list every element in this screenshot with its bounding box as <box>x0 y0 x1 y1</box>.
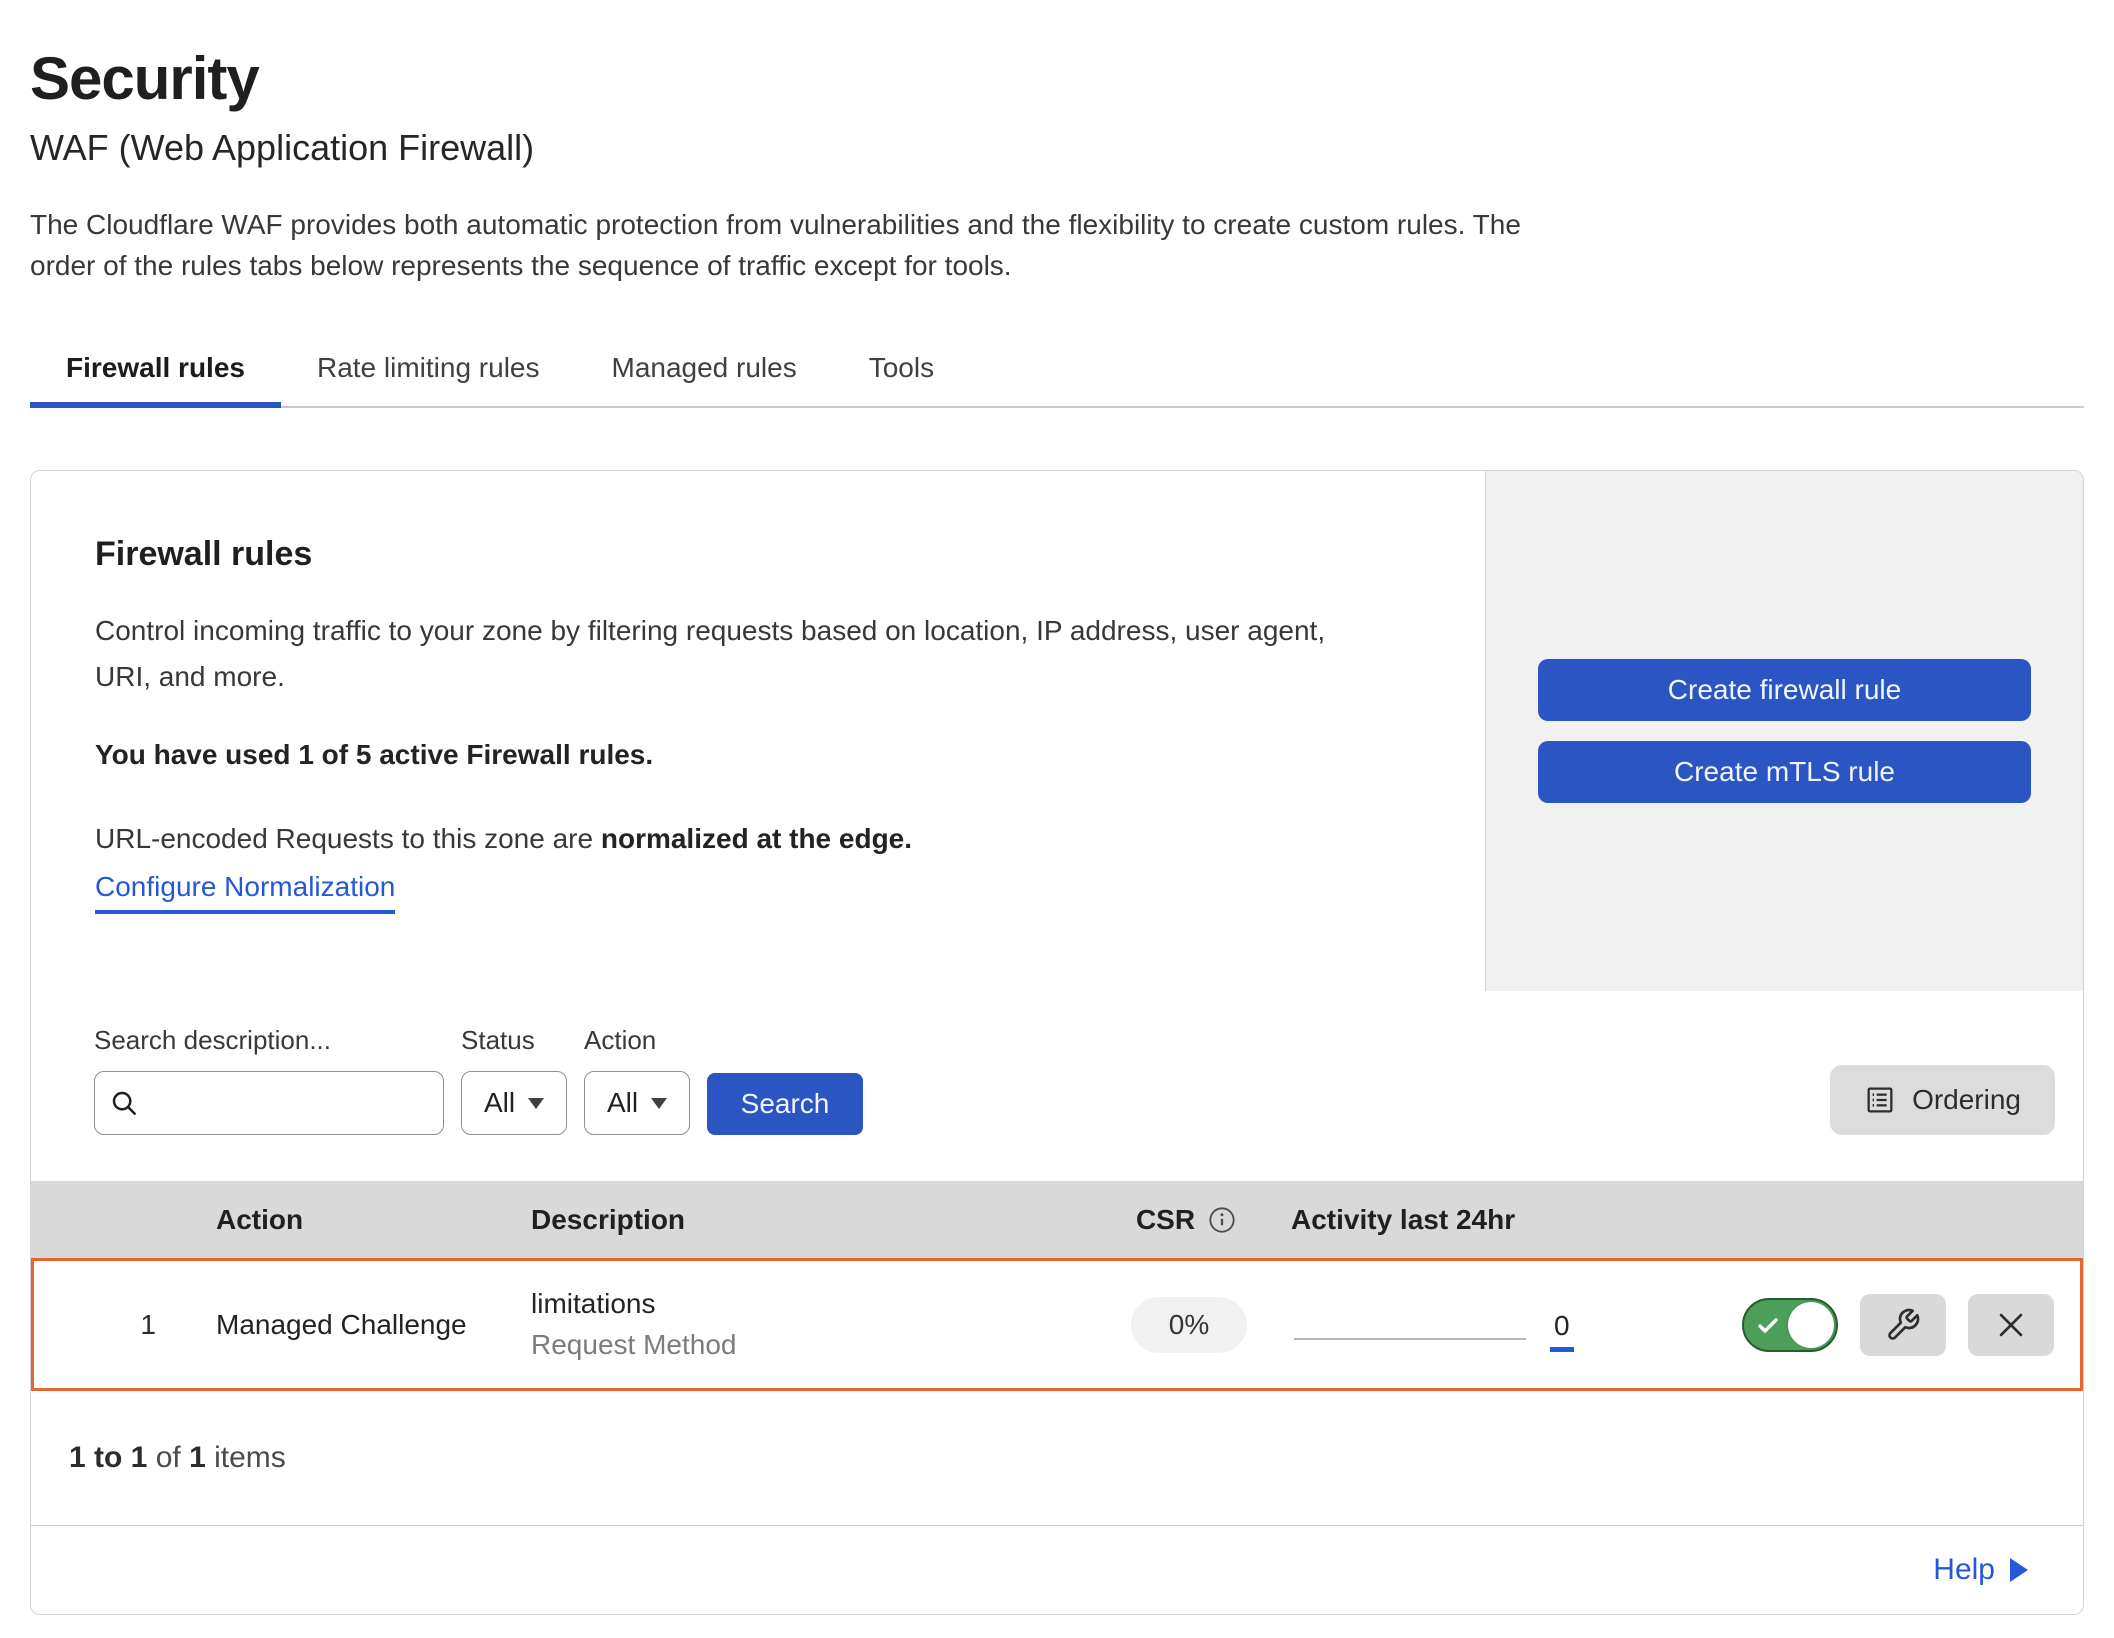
csr-badge: 0% <box>1131 1297 1247 1353</box>
rule-description-sub: Request Method <box>531 1329 1084 1361</box>
rule-priority: 1 <box>34 1309 184 1341</box>
pagination-summary: 1 to 1 of 1 items <box>31 1391 2083 1526</box>
firewall-rules-card: Firewall rules Control incoming traffic … <box>30 470 2084 1615</box>
table-row: 1 Managed Challenge limitations Request … <box>31 1258 2083 1391</box>
action-label: Action <box>584 1025 690 1056</box>
status-dropdown[interactable]: All <box>461 1071 567 1135</box>
check-icon <box>1756 1314 1780 1338</box>
edit-rule-button[interactable] <box>1860 1294 1946 1356</box>
header-csr-label: CSR <box>1136 1204 1195 1236</box>
list-ordering-icon <box>1864 1084 1896 1116</box>
usage-summary: You have used 1 of 5 active Firewall rul… <box>95 739 1425 771</box>
chevron-down-icon <box>651 1098 667 1109</box>
header-activity: Activity last 24hr <box>1291 1204 1671 1236</box>
filter-bar: Search description... Status All <box>31 991 2083 1181</box>
help-link-label: Help <box>1933 1553 1995 1587</box>
ordering-button-label: Ordering <box>1912 1084 2021 1116</box>
card-heading: Firewall rules <box>95 535 1425 574</box>
summary-items: items <box>206 1441 286 1475</box>
status-dropdown-value: All <box>484 1087 515 1119</box>
activity-count[interactable]: 0 <box>1550 1310 1574 1352</box>
arrow-right-icon <box>2010 1558 2028 1582</box>
tab-rate-limiting-rules[interactable]: Rate limiting rules <box>281 338 576 408</box>
firewall-rules-hero: Firewall rules Control incoming traffic … <box>31 471 2083 991</box>
close-icon <box>1994 1308 2028 1342</box>
hero-content: Firewall rules Control incoming traffic … <box>31 471 1486 991</box>
status-label: Status <box>461 1025 567 1056</box>
action-dropdown-value: All <box>607 1087 638 1119</box>
search-input-box[interactable] <box>94 1071 444 1135</box>
rule-description: limitations <box>531 1288 1084 1320</box>
info-icon[interactable] <box>1208 1206 1236 1234</box>
tab-bar: Firewall rules Rate limiting rules Manag… <box>30 338 2084 408</box>
search-button-group: Search <box>707 1073 863 1135</box>
search-filter-group: Search description... <box>94 1025 444 1135</box>
tab-tools[interactable]: Tools <box>833 338 970 408</box>
activity-sparkline <box>1294 1338 1526 1340</box>
summary-range: 1 to 1 <box>69 1441 147 1475</box>
page-description: The Cloudflare WAF provides both automat… <box>30 205 1575 286</box>
wrench-icon <box>1885 1307 1921 1343</box>
rule-description-cell: limitations Request Method <box>514 1288 1084 1361</box>
page-title: Security <box>30 44 2084 113</box>
chevron-down-icon <box>528 1098 544 1109</box>
rule-enabled-toggle[interactable] <box>1742 1298 1838 1352</box>
rule-controls <box>1674 1294 2080 1356</box>
rule-activity-cell: 0 <box>1294 1304 1674 1346</box>
ordering-button[interactable]: Ordering <box>1830 1065 2055 1135</box>
tab-managed-rules[interactable]: Managed rules <box>576 338 833 408</box>
security-waf-page: Security WAF (Web Application Firewall) … <box>0 0 2114 1615</box>
action-panel: Create firewall rule Create mTLS rule <box>1486 471 2083 991</box>
card-description: Control incoming traffic to your zone by… <box>95 608 1375 699</box>
create-firewall-rule-button[interactable]: Create firewall rule <box>1538 659 2031 721</box>
help-row: Help <box>31 1526 2083 1614</box>
action-filter-group: Action All <box>584 1025 690 1135</box>
table-header: Action Description CSR Activity last 24h… <box>31 1181 2083 1258</box>
summary-total: 1 <box>189 1441 206 1475</box>
search-input[interactable] <box>149 1087 429 1119</box>
normalization-text: URL-encoded Requests to this zone are <box>95 823 601 854</box>
page-subtitle: WAF (Web Application Firewall) <box>30 127 2084 169</box>
toggle-knob <box>1788 1302 1834 1348</box>
header-description: Description <box>511 1204 1081 1236</box>
search-button[interactable]: Search <box>707 1073 863 1135</box>
status-filter-group: Status All <box>461 1025 567 1135</box>
header-csr: CSR <box>1136 1204 1236 1236</box>
summary-of: of <box>147 1441 189 1475</box>
tab-firewall-rules[interactable]: Firewall rules <box>30 338 281 408</box>
delete-rule-button[interactable] <box>1968 1294 2054 1356</box>
configure-normalization-link[interactable]: Configure Normalization <box>95 871 395 914</box>
rule-csr-cell: 0% <box>1131 1297 1247 1353</box>
rule-action: Managed Challenge <box>184 1309 514 1341</box>
normalization-status: URL-encoded Requests to this zone are no… <box>95 823 1425 855</box>
normalization-bold-text: normalized at the edge. <box>601 823 912 854</box>
search-label: Search description... <box>94 1025 444 1056</box>
search-icon <box>109 1088 139 1118</box>
help-link[interactable]: Help <box>1933 1553 2028 1587</box>
header-action: Action <box>181 1204 511 1236</box>
action-dropdown[interactable]: All <box>584 1071 690 1135</box>
create-mtls-rule-button[interactable]: Create mTLS rule <box>1538 741 2031 803</box>
